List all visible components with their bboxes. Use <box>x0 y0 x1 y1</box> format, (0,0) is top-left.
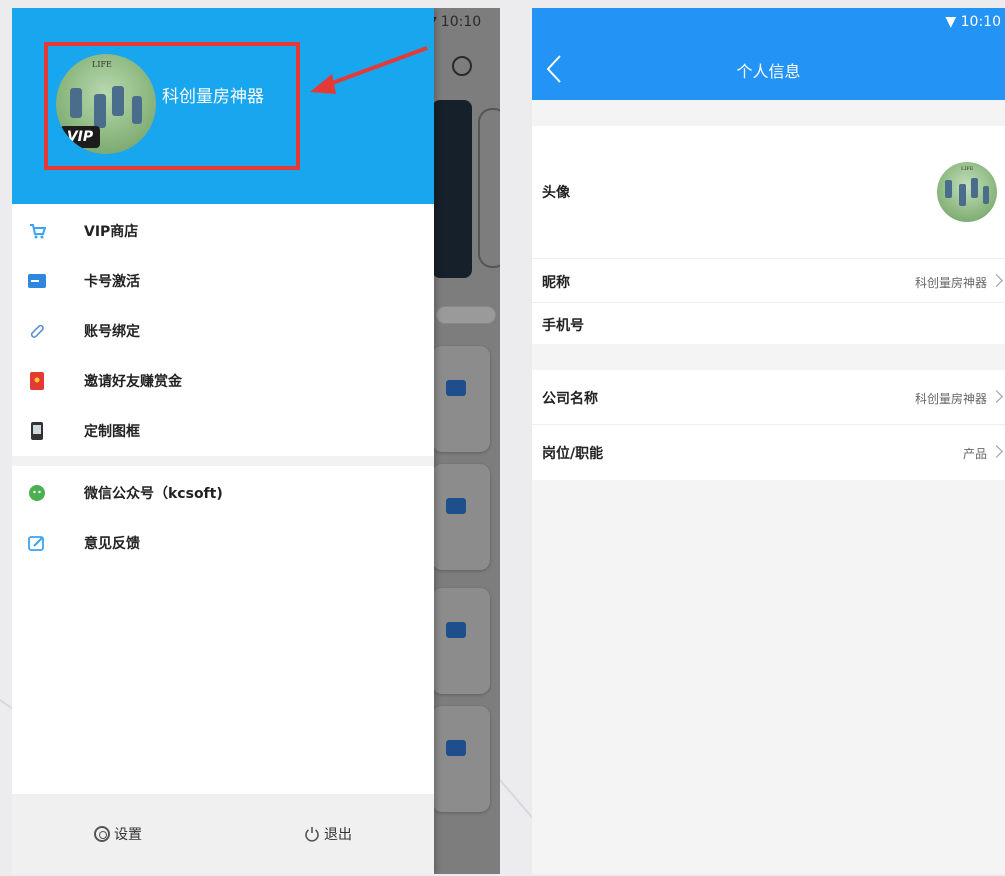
phone-row[interactable]: 手机号 <box>532 302 1005 344</box>
logout-label: 退出 <box>324 827 352 843</box>
right-status-bar: ▼ 10:10 <box>945 14 1001 30</box>
link-icon <box>28 322 46 340</box>
chevron-right-icon <box>990 445 1003 458</box>
tile-icon <box>446 622 466 638</box>
nickname-row[interactable]: 昵称 科创量房神器 <box>532 258 1005 302</box>
avatar-figure <box>971 178 978 198</box>
chevron-right-icon <box>990 390 1003 403</box>
chevron-right-icon <box>990 274 1003 287</box>
settings-label: 设置 <box>114 827 142 843</box>
status-time: 10:10 <box>960 14 1001 30</box>
phone-label: 手机号 <box>542 318 584 334</box>
tile-icon <box>446 380 466 396</box>
company-row[interactable]: 公司名称 科创量房神器 <box>532 370 1005 424</box>
menu-item-wechat[interactable]: 微信公众号（kcsoft) <box>12 468 434 518</box>
avatar-figure <box>945 180 952 198</box>
device-card-secondary[interactable] <box>478 108 500 268</box>
status-time: 10:10 <box>440 14 482 30</box>
feature-tile-1[interactable] <box>432 346 490 452</box>
side-drawer: LIFE VIP 科创量房神器 VIP商店 卡号激活 账号绑定 邀请好友赚赏金 … <box>12 8 434 874</box>
menu-item-label: 账号绑定 <box>84 324 140 340</box>
drawer-footer: 设置 退出 <box>12 794 434 874</box>
menu-item-account-binding[interactable]: 账号绑定 <box>12 306 434 356</box>
phone-frame-icon <box>28 422 46 440</box>
avatar-caption: LIFE <box>961 166 974 172</box>
feature-tile-3[interactable] <box>432 588 490 694</box>
tile-icon <box>446 498 466 514</box>
feedback-icon <box>28 534 46 552</box>
device-card[interactable] <box>432 100 472 278</box>
company-value: 科创量房神器 <box>914 392 987 406</box>
power-icon <box>305 827 319 842</box>
avatar-figure <box>983 186 989 204</box>
menu-item-label: 邀请好友赚赏金 <box>84 374 182 390</box>
menu-item-invite-friends[interactable]: 邀请好友赚赏金 <box>12 356 434 406</box>
menu-item-feedback[interactable]: 意见反馈 <box>12 518 434 568</box>
left-status-bar: ▼ 10:10 <box>426 14 481 30</box>
highlight-box <box>44 42 300 170</box>
menu-item-label: 定制图框 <box>84 424 140 440</box>
right-phone-screen: ▼ 10:10 个人信息 头像 LIFE 昵称 科创量房神器 手机号 公司名称 … <box>532 8 1005 874</box>
menu-divider <box>12 456 434 466</box>
headset-icon[interactable] <box>452 56 472 76</box>
menu-item-custom-frame[interactable]: 定制图框 <box>12 406 434 456</box>
menu-item-label: 卡号激活 <box>84 274 140 290</box>
menu-item-label: 意见反馈 <box>84 536 140 552</box>
page-title: 个人信息 <box>736 62 801 81</box>
red-envelope-icon <box>28 372 46 390</box>
profile-avatar[interactable]: LIFE <box>937 162 997 222</box>
card-icon <box>28 272 46 290</box>
menu-item-label: VIP商店 <box>84 224 139 240</box>
menu-item-vip-store[interactable]: VIP商店 <box>12 206 434 256</box>
position-label: 岗位/职能 <box>542 446 604 462</box>
avatar-figure <box>959 184 966 206</box>
position-row[interactable]: 岗位/职能 产品 <box>532 424 1005 480</box>
wifi-icon: ▼ <box>945 14 957 30</box>
avatar-row-label: 头像 <box>542 185 570 201</box>
nickname-value: 科创量房神器 <box>914 276 987 290</box>
menu-item-card-activation[interactable]: 卡号激活 <box>12 256 434 306</box>
nav-bar: ▼ 10:10 个人信息 <box>532 8 1005 100</box>
gear-icon <box>94 826 110 842</box>
profile-section-1: 头像 LIFE 昵称 科创量房神器 手机号 <box>532 126 1005 344</box>
logout-button[interactable]: 退出 <box>304 824 352 844</box>
menu-item-label: 微信公众号（kcsoft) <box>84 486 223 502</box>
feature-tile-4[interactable] <box>432 706 490 812</box>
annotation-arrow <box>310 46 428 94</box>
position-value: 产品 <box>962 447 987 461</box>
tile-icon <box>446 740 466 756</box>
company-label: 公司名称 <box>542 391 598 407</box>
nickname-label: 昵称 <box>542 275 570 291</box>
wechat-icon <box>28 484 46 502</box>
profile-section-2: 公司名称 科创量房神器 岗位/职能 产品 <box>532 370 1005 480</box>
left-phone-screen: ▼ 10:10 LIFE VIP 科创量房神器 <box>12 8 500 874</box>
toggle-switch[interactable] <box>436 306 496 324</box>
feature-tile-2[interactable] <box>432 464 490 570</box>
settings-button[interactable]: 设置 <box>94 824 142 844</box>
drawer-header: LIFE VIP 科创量房神器 <box>12 8 434 204</box>
avatar-row[interactable]: 头像 LIFE <box>532 126 1005 258</box>
shopping-cart-icon <box>28 222 46 240</box>
